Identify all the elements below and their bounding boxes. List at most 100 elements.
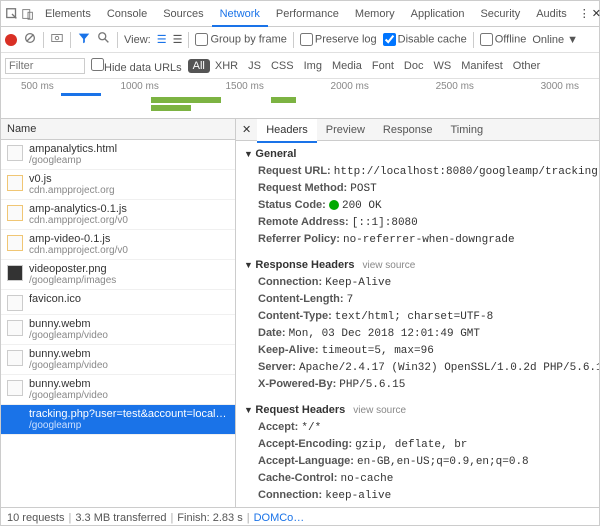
header-entry: X-Powered-By: PHP/5.6.15 xyxy=(244,376,591,393)
header-entry: Referrer Policy: no-referrer-when-downgr… xyxy=(244,231,591,248)
large-rows-icon[interactable]: ☰ xyxy=(157,33,167,46)
header-value: keep-alive xyxy=(325,490,391,502)
response-headers-section-header[interactable]: Response Headersview source xyxy=(244,256,591,274)
transferred-size: 3.3 MB transferred xyxy=(75,512,166,524)
domcontent-time: DOMCo… xyxy=(254,512,305,524)
offline-checkbox[interactable]: Offline xyxy=(480,33,527,46)
file-icon xyxy=(7,320,23,336)
header-key: Request URL: xyxy=(258,165,334,177)
waterfall-icon[interactable]: ☰ xyxy=(173,33,183,46)
preserve-log-checkbox[interactable]: Preserve log xyxy=(300,33,377,46)
filter-icon[interactable] xyxy=(77,31,91,48)
view-label: View: xyxy=(124,34,151,46)
filter-type-all[interactable]: All xyxy=(188,59,210,73)
tab-elements[interactable]: Elements xyxy=(37,3,99,25)
timeline-overview[interactable]: 500 ms1000 ms1500 ms2000 ms2500 ms3000 m… xyxy=(1,79,599,119)
header-entry: Accept-Encoding: gzip, deflate, br xyxy=(244,436,591,453)
header-key: Accept-Language: xyxy=(258,455,357,467)
tab-network[interactable]: Network xyxy=(212,3,268,27)
view-source-button[interactable]: view source xyxy=(353,405,406,416)
general-section-header[interactable]: General xyxy=(244,145,591,163)
request-row[interactable]: bunny.webm/googleamp/video xyxy=(1,375,235,405)
file-icon xyxy=(7,145,23,161)
tab-application[interactable]: Application xyxy=(403,3,473,25)
timeline-tick: 2000 ms xyxy=(331,81,369,92)
header-value: gzip, deflate, br xyxy=(355,439,467,451)
file-path: cdn.ampproject.org/v0 xyxy=(29,245,128,256)
detail-tab-preview[interactable]: Preview xyxy=(317,119,374,141)
filter-type-media[interactable]: Media xyxy=(327,59,367,73)
throttling-select[interactable]: Online ▼ xyxy=(532,34,578,46)
file-name: bunny.webm xyxy=(29,318,108,330)
disable-cache-checkbox[interactable]: Disable cache xyxy=(383,33,467,46)
tab-performance[interactable]: Performance xyxy=(268,3,347,25)
request-row[interactable]: favicon.ico xyxy=(1,290,235,315)
request-headers-section-header[interactable]: Request Headersview source xyxy=(244,401,591,419)
file-icon xyxy=(7,410,23,426)
search-icon[interactable] xyxy=(97,31,111,48)
header-key: X-Powered-By: xyxy=(258,378,339,390)
filter-type-ws[interactable]: WS xyxy=(428,59,456,73)
filter-type-img[interactable]: Img xyxy=(299,59,327,73)
timeline-tick: 2500 ms xyxy=(436,81,474,92)
file-icon xyxy=(7,350,23,366)
status-bar: 10 requests| 3.3 MB transferred| Finish:… xyxy=(1,507,599,527)
tab-audits[interactable]: Audits xyxy=(528,3,575,25)
request-row[interactable]: amp-analytics-0.1.jscdn.ampproject.org/v… xyxy=(1,200,235,230)
header-key: Accept-Encoding: xyxy=(258,438,355,450)
close-details-icon[interactable]: ✕ xyxy=(236,119,257,140)
request-row[interactable]: v0.jscdn.ampproject.org xyxy=(1,170,235,200)
capture-icon[interactable] xyxy=(50,31,64,48)
request-row[interactable]: bunny.webm/googleamp/video xyxy=(1,315,235,345)
file-name: tracking.php?user=test&account=localhost… xyxy=(29,408,229,420)
filter-type-js[interactable]: JS xyxy=(243,59,266,73)
filter-type-other[interactable]: Other xyxy=(508,59,546,73)
header-entry: Request Method: POST xyxy=(244,180,591,197)
filter-type-doc[interactable]: Doc xyxy=(399,59,429,73)
filter-type-font[interactable]: Font xyxy=(367,59,399,73)
detail-tab-headers[interactable]: Headers xyxy=(257,119,317,143)
header-key: Date: xyxy=(258,327,289,339)
header-value: no-referrer-when-downgrade xyxy=(343,234,515,246)
file-icon xyxy=(7,295,23,311)
tab-memory[interactable]: Memory xyxy=(347,3,403,25)
header-entry: Accept-Language: en-GB,en-US;q=0.9,en;q=… xyxy=(244,453,591,470)
header-value: 200 OK xyxy=(342,200,382,212)
detail-tab-response[interactable]: Response xyxy=(374,119,442,141)
clear-icon[interactable] xyxy=(23,31,37,48)
more-icon[interactable]: ⋮ xyxy=(579,6,590,22)
header-key: Remote Address: xyxy=(258,216,352,228)
timeline-tick: 1500 ms xyxy=(226,81,264,92)
header-value: http://localhost:8080/googleamp/tracking… xyxy=(334,166,599,178)
request-row[interactable]: videoposter.png/googleamp/images xyxy=(1,260,235,290)
view-source-button[interactable]: view source xyxy=(362,260,415,271)
header-value: no-cache xyxy=(341,473,394,485)
header-value: timeout=5, max=96 xyxy=(322,345,434,357)
tab-console[interactable]: Console xyxy=(99,3,155,25)
close-icon[interactable]: ✕ xyxy=(592,6,600,22)
header-entry: Accept: */* xyxy=(244,419,591,436)
request-row[interactable]: amp-video-0.1.jscdn.ampproject.org/v0 xyxy=(1,230,235,260)
header-key: Connection: xyxy=(258,489,325,501)
file-name: bunny.webm xyxy=(29,348,108,360)
filter-bar: Hide data URLs AllXHRJSCSSImgMediaFontDo… xyxy=(1,53,599,79)
filter-type-manifest[interactable]: Manifest xyxy=(456,59,508,73)
filter-type-css[interactable]: CSS xyxy=(266,59,299,73)
timeline-tick: 3000 ms xyxy=(541,81,579,92)
filter-type-xhr[interactable]: XHR xyxy=(210,59,243,73)
request-row[interactable]: bunny.webm/googleamp/video xyxy=(1,345,235,375)
request-row[interactable]: ampanalytics.html/googleamp xyxy=(1,140,235,170)
tab-sources[interactable]: Sources xyxy=(155,3,211,25)
inspect-icon[interactable] xyxy=(5,6,19,22)
timeline-tick: 500 ms xyxy=(21,81,54,92)
record-icon[interactable] xyxy=(5,34,17,46)
device-toolbar-icon[interactable] xyxy=(21,6,35,22)
tab-security[interactable]: Security xyxy=(472,3,528,25)
filter-input[interactable] xyxy=(5,58,85,74)
hide-data-urls-checkbox[interactable]: Hide data URLs xyxy=(91,58,182,74)
group-by-frame-checkbox[interactable]: Group by frame xyxy=(195,33,286,46)
request-row[interactable]: tracking.php?user=test&account=localhost… xyxy=(1,405,235,435)
name-column-header[interactable]: Name xyxy=(1,119,235,140)
header-key: Content-Length: xyxy=(258,293,347,305)
detail-tab-timing[interactable]: Timing xyxy=(441,119,492,141)
